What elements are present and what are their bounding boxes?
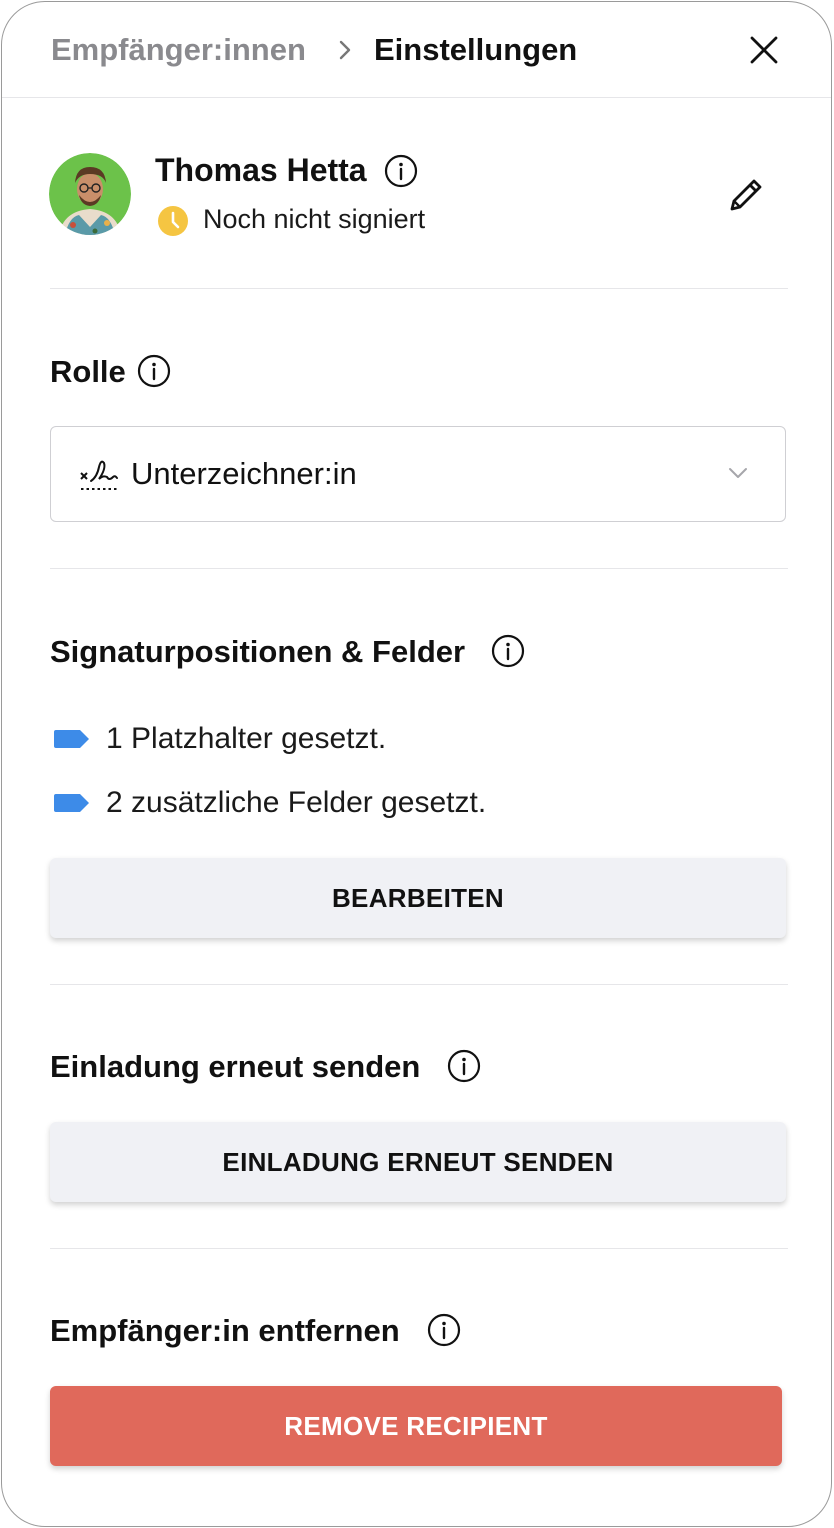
resend-invitation-button[interactable]: EINLADUNG ERNEUT SENDEN (50, 1122, 786, 1202)
remove-recipient-button[interactable]: REMOVE RECIPIENT (50, 1386, 782, 1466)
role-select-value: Unterzeichner:in (131, 456, 357, 491)
close-icon[interactable] (746, 32, 782, 68)
placeholder-count-text: 1 Platzhalter gesetzt. (106, 722, 387, 755)
recipient-settings-panel: Empfänger:innen Einstellungen Thomas Het… (1, 1, 832, 1527)
avatar (49, 153, 131, 235)
recipient-name: Thomas Hetta (155, 152, 367, 188)
divider (50, 288, 788, 289)
divider (50, 984, 788, 985)
breadcrumb-parent-link[interactable]: Empfänger:innen (51, 32, 306, 68)
clock-icon (158, 206, 188, 236)
chevron-down-icon (729, 468, 747, 478)
fields-section-title: Signaturpositionen & Felder (50, 634, 466, 669)
info-icon[interactable] (427, 1313, 461, 1347)
remove-section-title: Empfänger:in entfernen (50, 1313, 400, 1348)
info-icon[interactable] (491, 634, 525, 668)
signature-icon (80, 460, 118, 490)
tag-icon (54, 730, 89, 748)
extra-fields-count-text: 2 zusätzliche Felder gesetzt. (106, 786, 487, 819)
panel-header: Empfänger:innen Einstellungen (2, 2, 831, 98)
pencil-icon[interactable] (724, 173, 768, 217)
breadcrumb-current: Einstellungen (374, 32, 578, 67)
tag-icon (54, 794, 89, 812)
edit-fields-button[interactable]: BEARBEITEN (50, 858, 786, 938)
chevron-right-icon (339, 40, 351, 60)
info-icon[interactable] (137, 354, 171, 388)
divider (50, 568, 788, 569)
info-icon[interactable] (447, 1049, 481, 1083)
role-section-title: Rolle (50, 354, 126, 389)
status-text: Noch nicht signiert (203, 204, 426, 234)
divider (50, 1248, 788, 1249)
resend-section-title: Einladung erneut senden (50, 1049, 421, 1084)
role-select[interactable]: Unterzeichner:in (50, 426, 786, 522)
info-icon[interactable] (384, 154, 418, 188)
